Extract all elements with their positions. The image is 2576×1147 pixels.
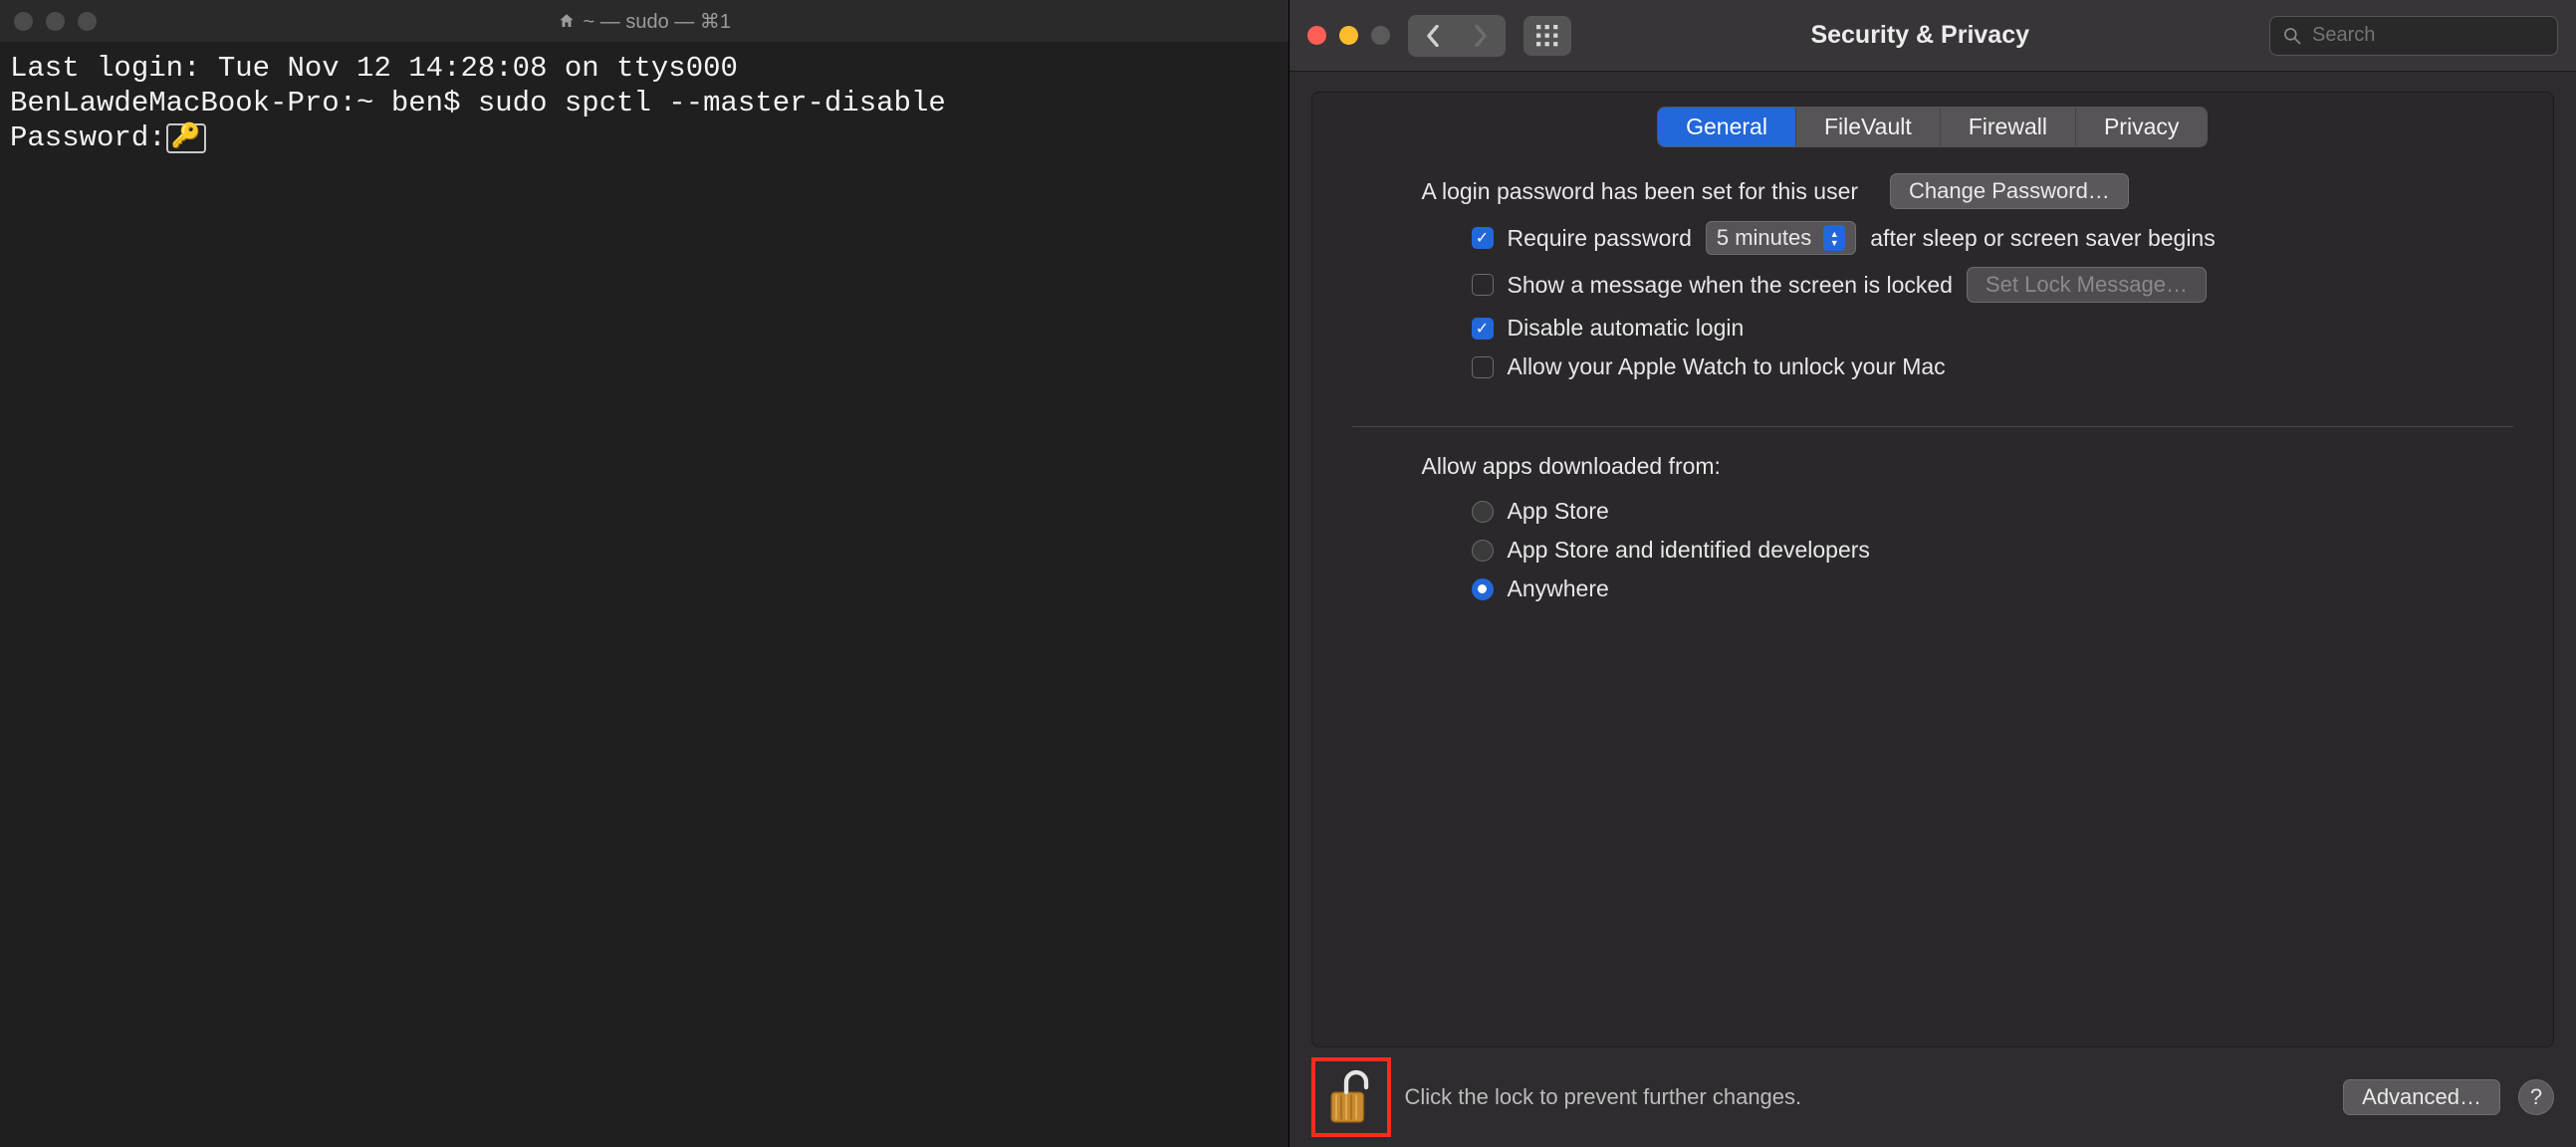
grid-icon [1536, 25, 1558, 47]
terminal-line-1: Last login: Tue Nov 12 14:28:08 on ttys0… [10, 52, 738, 85]
show-message-label: Show a message when the screen is locked [1508, 272, 1953, 299]
radio-app-store-label: App Store [1508, 498, 1609, 525]
zoom-icon[interactable] [1371, 26, 1390, 45]
close-icon[interactable] [1307, 26, 1326, 45]
help-icon: ? [2530, 1084, 2542, 1110]
show-message-checkbox[interactable] [1472, 274, 1494, 296]
terminal-titlebar: ~ — sudo — ⌘1 [0, 0, 1288, 42]
search-input[interactable] [2312, 24, 2576, 47]
prefs-footer: Click the lock to prevent further change… [1289, 1047, 2576, 1147]
tab-privacy[interactable]: Privacy [2076, 108, 2207, 146]
radio-identified-developers[interactable] [1472, 540, 1494, 562]
help-button[interactable]: ? [2518, 1079, 2554, 1115]
require-password-label: Require password [1508, 225, 1692, 252]
require-password-delay-value: 5 minutes [1717, 225, 1811, 251]
close-icon[interactable] [14, 12, 33, 31]
system-preferences-window: Security & Privacy General FileVault Fir… [1288, 0, 2576, 1147]
login-password-text: A login password has been set for this u… [1422, 178, 1859, 205]
allow-apps-section: Allow apps downloaded from: App Store Ap… [1312, 427, 2554, 614]
minimize-icon[interactable] [46, 12, 65, 31]
nav-back-forward [1408, 15, 1506, 57]
terminal-title: ~ — sudo — ⌘1 [0, 9, 1288, 34]
tab-general[interactable]: General [1658, 108, 1796, 146]
lock-highlight [1311, 1057, 1391, 1137]
login-password-section: A login password has been set for this u… [1312, 147, 2554, 392]
terminal-traffic-lights [14, 12, 97, 31]
chevron-up-down-icon: ▲▼ [1823, 225, 1845, 251]
home-icon [558, 12, 576, 30]
forward-button[interactable] [1457, 16, 1505, 56]
disable-auto-login-checkbox[interactable]: ✓ [1472, 318, 1494, 340]
search-field[interactable] [2269, 16, 2558, 56]
tab-firewall[interactable]: Firewall [1941, 108, 2076, 146]
apple-watch-label: Allow your Apple Watch to unlock your Ma… [1508, 353, 1946, 380]
zoom-icon[interactable] [78, 12, 97, 31]
require-password-delay-select[interactable]: 5 minutes ▲▼ [1706, 221, 1856, 255]
terminal-window: ~ — sudo — ⌘1 Last login: Tue Nov 12 14:… [0, 0, 1288, 1147]
prefs-body: General FileVault Firewall Privacy A log… [1289, 72, 2576, 1047]
key-icon: 🔑 [166, 123, 206, 153]
radio-anywhere-label: Anywhere [1508, 575, 1609, 602]
back-button[interactable] [1409, 16, 1457, 56]
terminal-title-text: ~ — sudo — ⌘1 [584, 9, 731, 34]
apple-watch-checkbox[interactable] [1472, 356, 1494, 378]
require-password-checkbox[interactable]: ✓ [1472, 227, 1494, 249]
minimize-icon[interactable] [1339, 26, 1358, 45]
radio-anywhere[interactable] [1472, 578, 1494, 600]
disable-auto-login-label: Disable automatic login [1508, 315, 1745, 342]
search-icon [2282, 26, 2302, 46]
prefs-toolbar: Security & Privacy [1289, 0, 2576, 72]
terminal-password-label: Password: [10, 121, 166, 154]
radio-identified-developers-label: App Store and identified developers [1508, 537, 1870, 564]
tab-filevault[interactable]: FileVault [1796, 108, 1941, 146]
show-all-button[interactable] [1523, 16, 1571, 56]
radio-app-store[interactable] [1472, 501, 1494, 523]
require-password-suffix: after sleep or screen saver begins [1870, 225, 2215, 252]
allow-apps-heading: Allow apps downloaded from: [1422, 453, 1721, 480]
change-password-button[interactable]: Change Password… [1890, 173, 2129, 209]
terminal-line-2: BenLawdeMacBook-Pro:~ ben$ sudo spctl --… [10, 87, 946, 119]
tab-segmented-control: General FileVault Firewall Privacy [1657, 107, 2208, 147]
prefs-panel: General FileVault Firewall Privacy A log… [1311, 92, 2555, 1047]
set-lock-message-button[interactable]: Set Lock Message… [1967, 267, 2207, 303]
unlock-icon[interactable] [1325, 1067, 1377, 1127]
tab-strip: General FileVault Firewall Privacy [1312, 107, 2554, 147]
terminal-body[interactable]: Last login: Tue Nov 12 14:28:08 on ttys0… [0, 42, 1288, 1147]
lock-hint-text: Click the lock to prevent further change… [1405, 1084, 1802, 1110]
prefs-traffic-lights [1307, 26, 1390, 45]
advanced-button[interactable]: Advanced… [2343, 1079, 2500, 1115]
window-title: Security & Privacy [1589, 21, 2252, 50]
